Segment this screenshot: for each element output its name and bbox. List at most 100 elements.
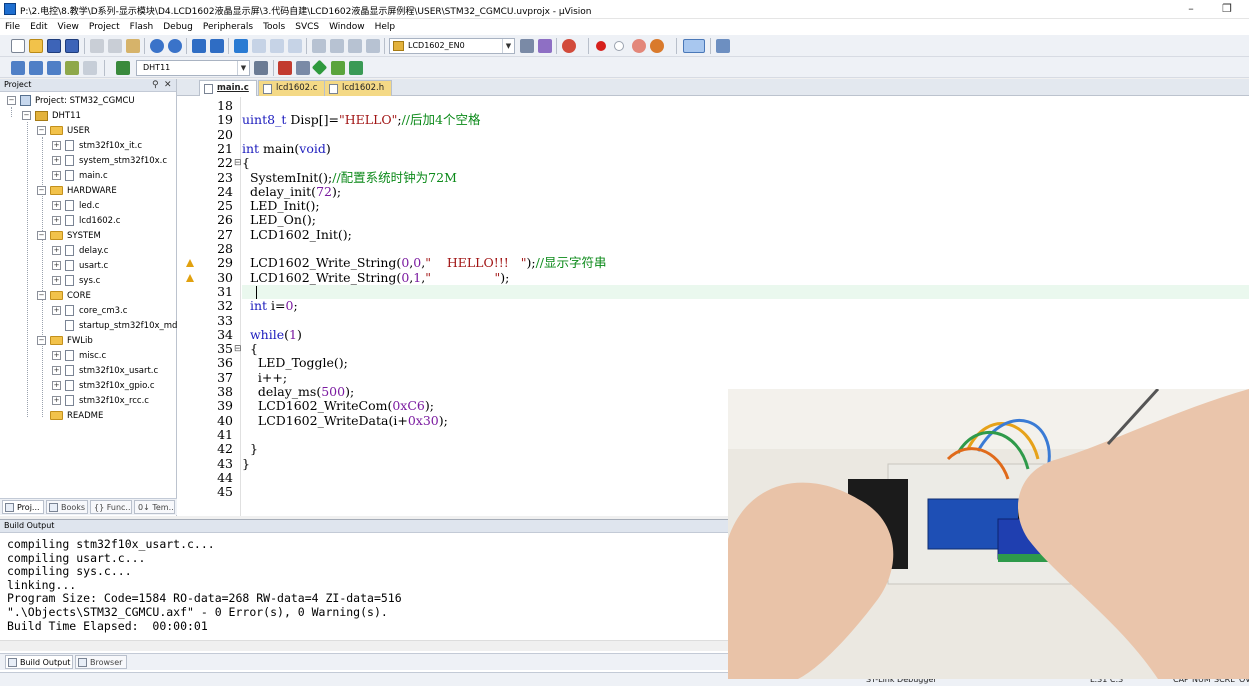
- tab-lcd1602-h[interactable]: lcd1602.h: [324, 80, 393, 96]
- window-layout-icon[interactable]: [683, 39, 705, 53]
- open-folder-icon[interactable]: [29, 39, 43, 53]
- cut-icon[interactable]: [90, 39, 104, 53]
- tree-file[interactable]: + usart.c: [52, 259, 108, 274]
- tab-functions[interactable]: {} Func...: [90, 500, 132, 514]
- tree-target[interactable]: − DHT11: [22, 109, 81, 124]
- find-in-files-icon[interactable]: [520, 39, 534, 53]
- menu-file[interactable]: File: [0, 19, 25, 35]
- minimize-button[interactable]: –: [1178, 2, 1204, 16]
- debug-session-icon[interactable]: [562, 39, 576, 53]
- tree-group-fwlib[interactable]: − FWLib: [37, 334, 93, 349]
- tree-project-root[interactable]: − Project: STM32_CGMCU: [7, 94, 135, 109]
- tree-file[interactable]: + stm32f10x_rcc.c: [52, 394, 149, 409]
- menu-peripherals[interactable]: Peripherals: [198, 19, 258, 35]
- code-line[interactable]: {: [242, 341, 1249, 356]
- kill-breakpoints-icon[interactable]: [632, 39, 646, 53]
- tree-file[interactable]: + misc.c: [52, 349, 106, 364]
- tree-file[interactable]: + led.c: [52, 199, 99, 214]
- warning-icon[interactable]: [186, 273, 194, 282]
- unindent-icon[interactable]: [330, 39, 344, 53]
- tree-file[interactable]: + lcd1602.c: [52, 214, 120, 229]
- tree-file[interactable]: + main.c: [52, 169, 108, 184]
- tree-file[interactable]: + stm32f10x_usart.c: [52, 364, 158, 379]
- tree-group-hardware[interactable]: − HARDWARE: [37, 184, 117, 199]
- code-line[interactable]: [242, 99, 1249, 113]
- incremental-find-icon[interactable]: [538, 39, 552, 53]
- bookmark-icon[interactable]: [234, 39, 248, 53]
- paste-icon[interactable]: [126, 39, 140, 53]
- manage-components-icon[interactable]: [296, 61, 310, 75]
- pin-icon[interactable]: ⚲: [152, 80, 160, 90]
- warning-icon[interactable]: [186, 259, 194, 268]
- code-line[interactable]: SystemInit();//配置系统时钟为72M: [242, 170, 1249, 185]
- code-line[interactable]: {: [242, 155, 1249, 170]
- disable-breakpoint-icon[interactable]: [614, 41, 624, 51]
- menu-svcs[interactable]: SVCS: [290, 19, 324, 35]
- tab-books[interactable]: Books: [46, 500, 88, 514]
- copy-icon[interactable]: [108, 39, 122, 53]
- tree-file[interactable]: + stm32f10x_gpio.c: [52, 379, 155, 394]
- tree-group-readme[interactable]: README: [50, 409, 103, 424]
- tab-lcd1602-c[interactable]: lcd1602.c: [258, 80, 326, 96]
- tab-browser[interactable]: Browser: [75, 655, 127, 669]
- tab-build-output[interactable]: Build Output: [5, 655, 73, 669]
- code-line[interactable]: uint8_t Disp[]="HELLO";//后加4个空格: [242, 112, 1249, 127]
- tree-group-core[interactable]: − CORE: [37, 289, 91, 304]
- chevron-down-icon[interactable]: ▼: [237, 61, 249, 75]
- find-target-combo[interactable]: LCD1602_EN0 ▼: [389, 38, 515, 54]
- close-icon[interactable]: ✕: [164, 80, 172, 90]
- pack-installer-icon[interactable]: [311, 59, 328, 76]
- save-all-icon[interactable]: [65, 39, 79, 53]
- code-line[interactable]: LED_Toggle();: [242, 356, 1249, 371]
- run-time-env-icon[interactable]: [349, 61, 363, 75]
- tree-file[interactable]: + sys.c: [52, 274, 100, 289]
- menu-help[interactable]: Help: [370, 19, 401, 35]
- code-line[interactable]: while(1): [242, 327, 1249, 342]
- menu-edit[interactable]: Edit: [25, 19, 52, 35]
- rebuild-icon[interactable]: [47, 61, 61, 75]
- code-line[interactable]: i++;: [242, 370, 1249, 385]
- prev-bookmark-icon[interactable]: [252, 39, 266, 53]
- code-line[interactable]: LCD1602_Init();: [242, 227, 1249, 242]
- code-line[interactable]: LED_Init();: [242, 198, 1249, 213]
- stop-build-icon[interactable]: [83, 61, 97, 75]
- code-line[interactable]: int i=0;: [242, 298, 1249, 313]
- code-line[interactable]: delay_init(72);: [242, 184, 1249, 199]
- clear-bookmarks-icon[interactable]: [288, 39, 302, 53]
- tree-file[interactable]: + system_stm32f10x.c: [52, 154, 167, 169]
- translate-icon[interactable]: [11, 61, 25, 75]
- code-line[interactable]: LED_On();: [242, 213, 1249, 228]
- code-line[interactable]: LCD1602_Write_String(0,0," HELLO!!! ");/…: [242, 255, 1249, 270]
- restore-button[interactable]: ❐: [1214, 2, 1240, 16]
- magic-wand-icon[interactable]: [254, 61, 268, 75]
- configure-icon[interactable]: [650, 39, 664, 53]
- tree-file[interactable]: + stm32f10x_it.c: [52, 139, 142, 154]
- breakpoint-icon[interactable]: [596, 41, 606, 51]
- redo-icon[interactable]: [168, 39, 182, 53]
- tools-icon[interactable]: [716, 39, 730, 53]
- code-line[interactable]: int main(void): [242, 141, 1249, 156]
- fold-toggle-icon[interactable]: ⊟: [234, 156, 242, 170]
- indent-icon[interactable]: [312, 39, 326, 53]
- select-packs-icon[interactable]: [331, 61, 345, 75]
- menu-debug[interactable]: Debug: [158, 19, 198, 35]
- tab-main-c[interactable]: main.c: [199, 80, 257, 96]
- target-options-icon[interactable]: [116, 61, 130, 75]
- tree-group-system[interactable]: − SYSTEM: [37, 229, 101, 244]
- undo-icon[interactable]: [150, 39, 164, 53]
- code-line[interactable]: [242, 314, 1249, 328]
- comment-icon[interactable]: [348, 39, 362, 53]
- tab-templates[interactable]: 0↓ Tem...: [134, 500, 175, 514]
- menu-tools[interactable]: Tools: [258, 19, 290, 35]
- menu-window[interactable]: Window: [324, 19, 370, 35]
- new-file-icon[interactable]: [11, 39, 25, 53]
- menu-flash[interactable]: Flash: [125, 19, 159, 35]
- tab-project[interactable]: Proj...: [2, 500, 44, 514]
- code-line[interactable]: [242, 128, 1249, 142]
- tree-file[interactable]: startup_stm32f10x_md.s: [65, 319, 185, 334]
- navigate-back-icon[interactable]: [192, 39, 206, 53]
- download-icon[interactable]: [65, 61, 79, 75]
- menu-project[interactable]: Project: [84, 19, 125, 35]
- tree-group-user[interactable]: − USER: [37, 124, 90, 139]
- code-line[interactable]: LCD1602_Write_String(0,1," ");: [242, 270, 1249, 285]
